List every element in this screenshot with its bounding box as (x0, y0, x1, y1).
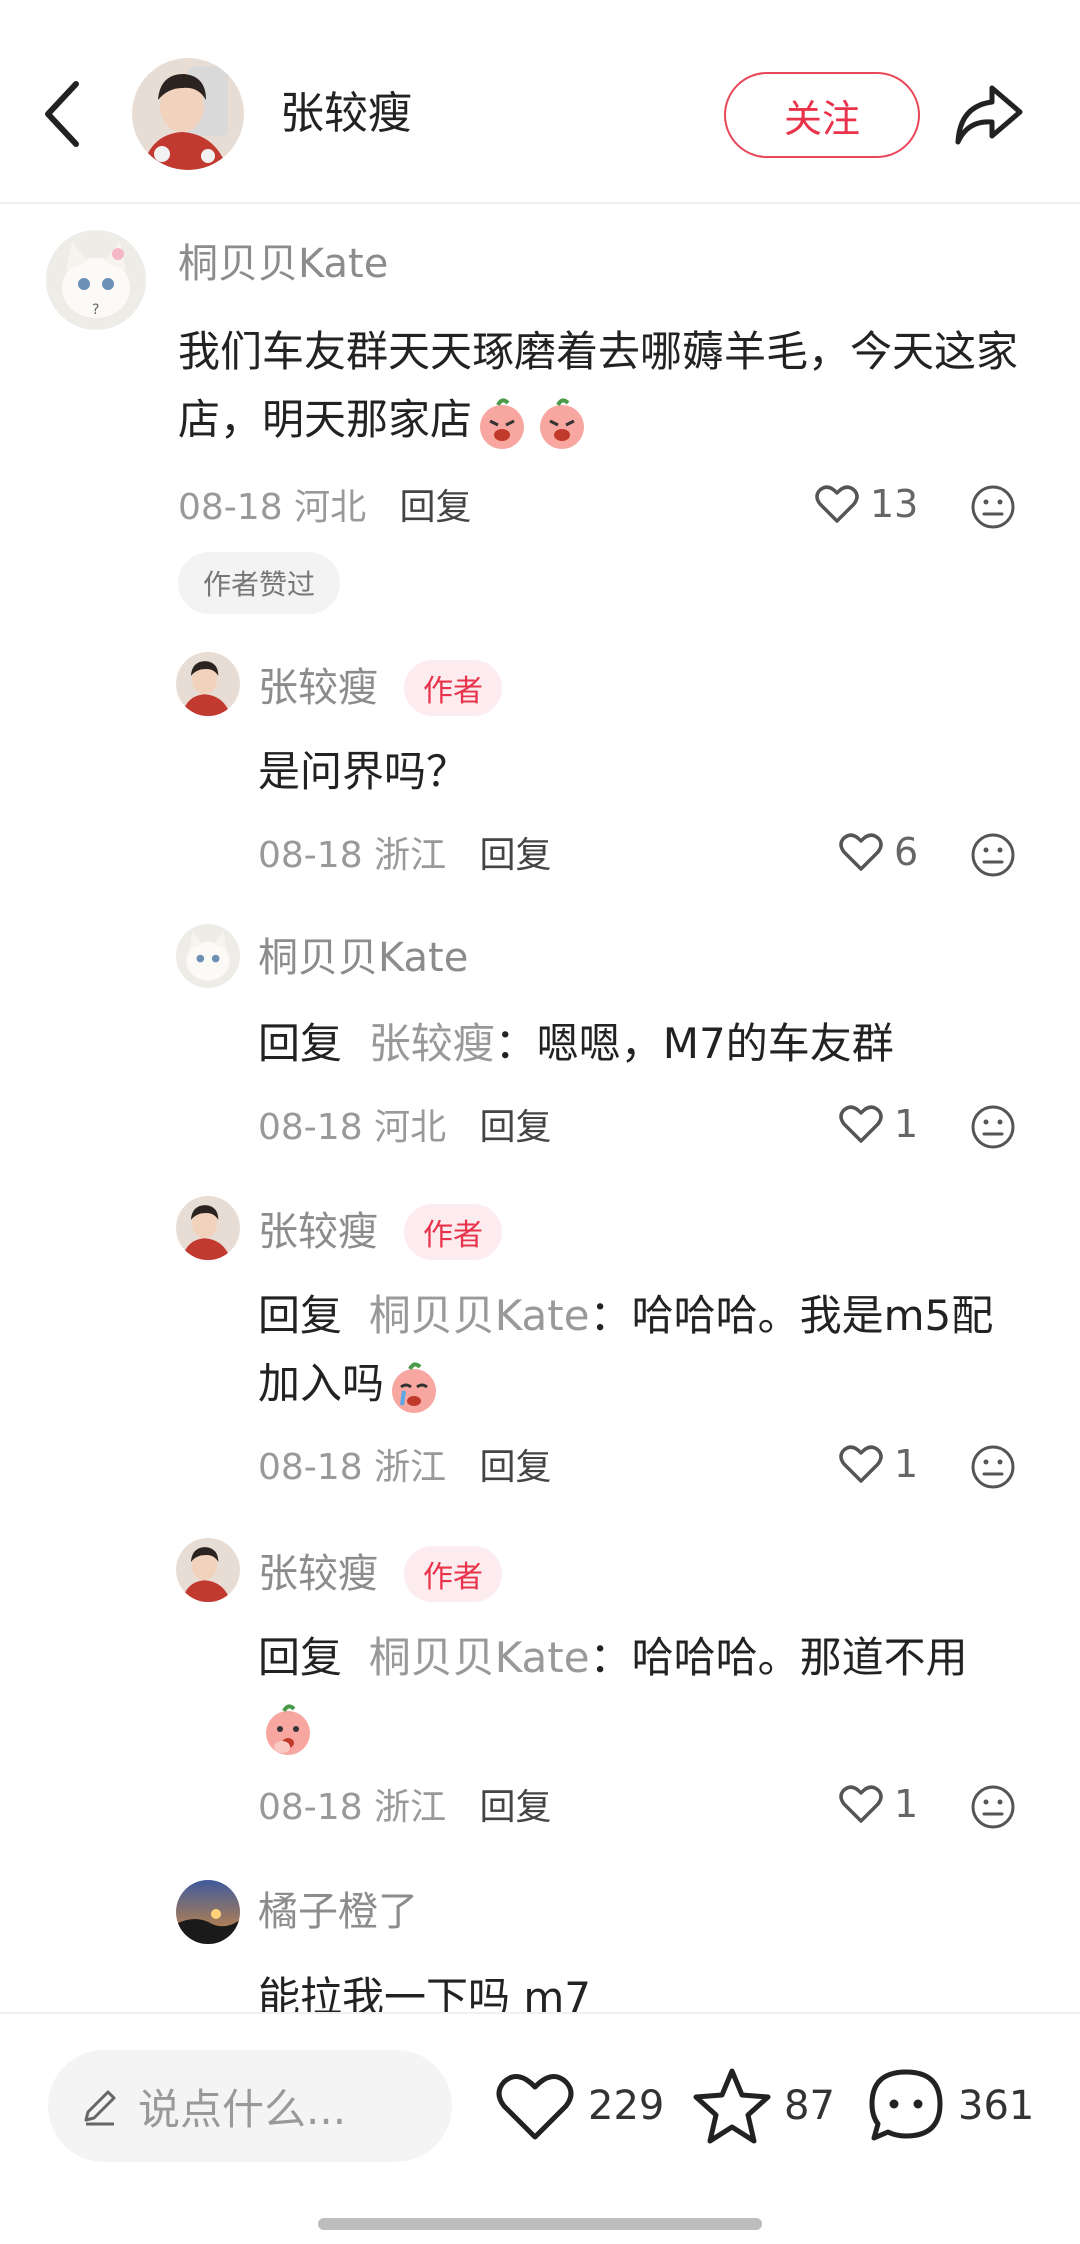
comment-date: 08-18 (258, 835, 363, 876)
comment-like-count: 1 (894, 1782, 919, 1826)
user-avatar[interactable] (176, 924, 240, 988)
comment-date: 08-18 (178, 487, 283, 528)
comment-like-count: 6 (894, 830, 919, 874)
dislike-face-icon[interactable] (970, 1444, 1016, 1490)
comment-username[interactable]: 橘子橙了 (258, 1886, 418, 1938)
dislike-face-icon[interactable] (970, 1104, 1016, 1150)
chat-bubble-icon (869, 2069, 943, 2141)
user-avatar[interactable] (176, 1538, 240, 1602)
comment-input[interactable]: 说点什么... (48, 2050, 452, 2162)
author-avatar[interactable] (132, 58, 244, 170)
comment-meta: 08-18 浙江 回复 (258, 832, 552, 880)
share-arrow-icon (955, 85, 1023, 145)
comment-input-placeholder: 说点什么... (138, 2084, 347, 2134)
comment-like-button[interactable]: 1 (838, 1780, 918, 1828)
reply-button[interactable]: 回复 (480, 1107, 552, 1148)
heart-icon (496, 2074, 574, 2140)
comment-location: 浙江 (374, 835, 447, 876)
reply-button[interactable]: 回复 (480, 1787, 552, 1828)
comment-username[interactable]: 张较瘦 (258, 662, 378, 714)
heart-icon (839, 1445, 883, 1483)
author-liked-tag: 作者赞过 (178, 552, 340, 614)
comment-like-button[interactable]: 1 (838, 1100, 918, 1148)
comment-text: 我们车友群天天琢磨着去哪薅羊毛，今天这家店，明天那家店 (178, 318, 1018, 454)
comment-date: 08-18 (258, 1107, 363, 1148)
heart-icon (839, 833, 883, 871)
mention-link[interactable]: 桐贝贝Kate (369, 1633, 590, 1682)
comment-meta: 08-18 浙江 回复 (258, 1444, 552, 1492)
back-button[interactable] (36, 78, 88, 150)
user-avatar[interactable] (176, 1196, 240, 1260)
dislike-face-icon[interactable] (970, 484, 1016, 530)
comment-date: 08-18 (258, 1447, 363, 1488)
comment-meta: 08-18 河北 回复 (178, 484, 472, 532)
comments-button[interactable]: 361 (866, 2064, 1034, 2148)
comment-username[interactable]: 张较瘦 (258, 1548, 378, 1600)
heart-icon (839, 1105, 883, 1143)
crying-peach-emoji (392, 1361, 437, 1413)
reply-button[interactable]: 回复 (400, 487, 472, 528)
follow-button[interactable]: 关注 (724, 72, 920, 158)
comment-location: 河北 (294, 487, 367, 528)
comment-like-count: 1 (894, 1442, 919, 1486)
comment-location: 浙江 (374, 1787, 447, 1828)
like-button[interactable]: 229 (494, 2064, 664, 2148)
heart-icon (815, 485, 859, 523)
comment-username[interactable]: 桐贝贝Kate (258, 932, 468, 984)
reply-button[interactable]: 回复 (480, 835, 552, 876)
comment-meta: 08-18 浙江 回复 (258, 1784, 552, 1832)
comment-like-button[interactable]: 13 (814, 480, 918, 528)
comment-count: 361 (958, 2083, 1035, 2129)
like-count: 229 (588, 2083, 665, 2129)
comment-like-count: 1 (894, 1102, 919, 1146)
collect-count: 87 (784, 2083, 835, 2129)
share-button[interactable] (952, 80, 1024, 150)
mention-link[interactable]: 桐贝贝Kate (369, 1291, 590, 1340)
home-indicator[interactable] (318, 2218, 762, 2230)
comment-username[interactable]: 张较瘦 (258, 1206, 378, 1258)
comment-like-button[interactable]: 1 (838, 1440, 918, 1488)
reply-button[interactable]: 回复 (480, 1447, 552, 1488)
comment-location: 浙江 (374, 1447, 447, 1488)
collect-button[interactable]: 87 (692, 2064, 835, 2148)
dislike-face-icon[interactable] (970, 1784, 1016, 1830)
comment-text: 回复 桐贝贝Kate：哈哈哈。我是m5配加入吗 (258, 1282, 1028, 1418)
comment-username[interactable]: 桐贝贝Kate (178, 238, 388, 290)
angry-peach-emoji (540, 397, 585, 449)
top-bar: 张较瘦 关注 (0, 0, 1080, 204)
comment-like-button[interactable]: 6 (838, 828, 918, 876)
comment-date: 08-18 (258, 1787, 363, 1828)
star-icon (693, 2068, 771, 2144)
comment-text: 回复 桐贝贝Kate：哈哈哈。那道不用 (258, 1624, 1028, 1760)
shy-peach-emoji (266, 1703, 310, 1755)
chevron-left-icon (45, 81, 79, 147)
pencil-icon (84, 2090, 116, 2126)
user-avatar[interactable] (176, 1880, 240, 1944)
author-badge: 作者 (404, 1546, 502, 1602)
comment-like-count: 13 (870, 482, 919, 526)
dislike-face-icon[interactable] (970, 832, 1016, 878)
comment-location: 河北 (374, 1107, 447, 1148)
user-avatar[interactable] (176, 652, 240, 716)
comment-meta: 08-18 河北 回复 (258, 1104, 552, 1152)
comment-text: 回复 张较瘦：嗯嗯，M7的车友群 (258, 1019, 894, 1068)
mention-link[interactable]: 张较瘦 (369, 1019, 495, 1068)
svg-text:?: ? (92, 302, 99, 318)
heart-icon (839, 1785, 883, 1823)
angry-peach-emoji (480, 397, 525, 449)
user-avatar[interactable]: ? (46, 230, 146, 330)
author-name[interactable]: 张较瘦 (280, 84, 412, 144)
author-badge: 作者 (404, 660, 502, 716)
comment-text: 是问界吗？ (258, 747, 469, 796)
author-badge: 作者 (404, 1204, 502, 1260)
bottom-action-bar: 说点什么... 229 87 361 (0, 2012, 1080, 2244)
